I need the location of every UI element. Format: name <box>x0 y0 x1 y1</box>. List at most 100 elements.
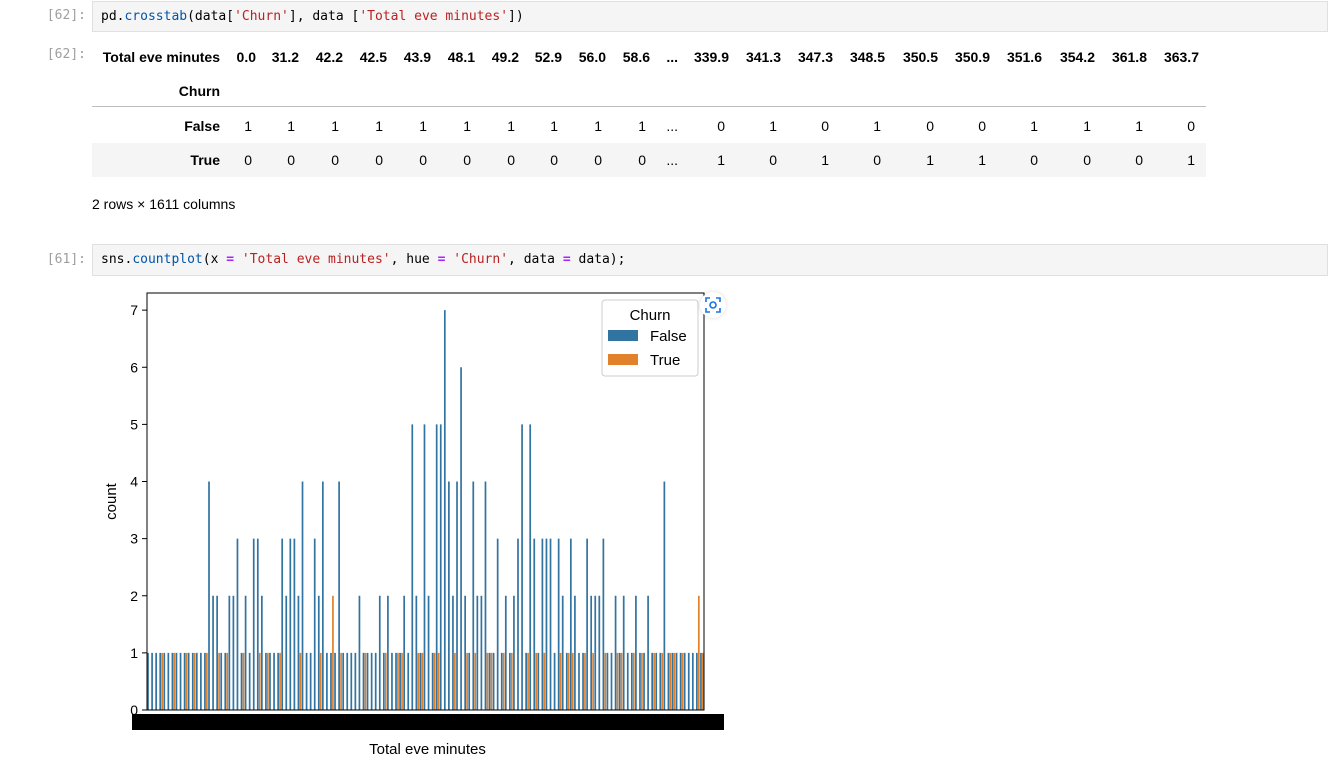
bar <box>391 652 393 710</box>
bar <box>509 652 511 710</box>
bar <box>602 538 605 710</box>
x-axis-label: Total eve minutes <box>369 741 486 758</box>
screenshot-button[interactable] <box>700 292 726 318</box>
table-cell: 0 <box>873 152 881 168</box>
bar <box>200 652 202 710</box>
bar <box>411 424 414 710</box>
bar <box>421 652 424 710</box>
table-cell: 1 <box>873 118 881 134</box>
bar <box>161 652 164 710</box>
bar <box>622 595 625 710</box>
bar <box>395 652 397 710</box>
bar <box>297 595 300 710</box>
table-cell: ... <box>666 152 678 168</box>
code-cell-crosstab[interactable]: pd.crosstab(data['Churn'], data ['Total … <box>92 1 1328 32</box>
bar <box>183 652 186 710</box>
bar <box>378 595 381 710</box>
bar <box>370 652 373 710</box>
bar <box>700 652 702 710</box>
table-cell: ... <box>666 118 678 134</box>
bar <box>195 652 198 710</box>
table-cell: 1 <box>1083 118 1091 134</box>
bar <box>521 424 523 710</box>
bar <box>569 538 572 710</box>
bar <box>334 652 336 710</box>
bar <box>513 595 515 710</box>
bar <box>191 652 194 710</box>
table-index-row: Churn <box>92 74 1206 108</box>
bar <box>330 652 332 710</box>
table-cell: 1 <box>821 152 829 168</box>
bar <box>163 652 166 710</box>
bar <box>279 652 281 710</box>
bar <box>382 652 385 710</box>
table-cell: 1 <box>1030 118 1038 134</box>
bar <box>643 652 645 710</box>
bar <box>561 595 564 710</box>
row-label: False <box>184 118 220 134</box>
bar <box>244 595 247 710</box>
column-header: 348.5 <box>849 49 885 65</box>
bar <box>256 538 259 710</box>
bar <box>681 652 684 710</box>
bar <box>626 652 629 710</box>
bar <box>466 652 468 710</box>
bar <box>683 652 686 710</box>
bar <box>285 595 288 710</box>
bar <box>387 595 389 710</box>
legend-entry: True <box>650 352 680 369</box>
bar <box>618 652 621 710</box>
bar <box>248 652 251 710</box>
bar <box>399 652 401 710</box>
y-tick-label: 5 <box>130 416 138 432</box>
table-cell: 1 <box>978 152 986 168</box>
bar <box>557 538 560 710</box>
bar <box>362 652 365 710</box>
bar <box>571 652 574 710</box>
bar <box>669 652 672 710</box>
bar <box>541 538 544 710</box>
bar <box>448 481 450 710</box>
bar <box>691 652 694 710</box>
y-tick-label: 1 <box>130 645 138 661</box>
bar <box>559 652 562 710</box>
bar <box>224 652 227 710</box>
table-cell: 0 <box>1187 118 1195 134</box>
bar <box>261 595 263 710</box>
column-header: 351.6 <box>1006 49 1042 65</box>
bar <box>594 595 597 710</box>
bar <box>696 652 698 710</box>
bar <box>319 652 322 710</box>
bar <box>620 652 623 710</box>
bar <box>472 481 475 710</box>
legend-entry: False <box>650 328 687 345</box>
bar <box>460 367 462 710</box>
table-cell: 1 <box>1135 118 1143 134</box>
table-cell: 1 <box>375 118 383 134</box>
bar <box>332 595 334 710</box>
bar <box>653 652 655 710</box>
bar <box>289 538 292 710</box>
bar <box>452 595 454 710</box>
column-header: 0.0 <box>236 49 256 65</box>
bar <box>403 595 406 710</box>
bar <box>167 652 170 710</box>
bar <box>490 652 493 710</box>
bar <box>338 481 340 710</box>
bar <box>549 538 552 710</box>
bar <box>384 652 387 710</box>
bar <box>504 595 507 710</box>
bar <box>687 652 690 710</box>
bar <box>614 595 617 710</box>
bar <box>269 652 271 710</box>
x-tick-labels-band <box>132 714 724 730</box>
camera-focus-icon <box>705 297 721 313</box>
y-tick-label: 2 <box>130 588 138 604</box>
column-header: 347.3 <box>797 49 833 65</box>
table-cell: 1 <box>331 118 339 134</box>
code-cell-countplot[interactable]: sns.countplot(x = 'Total eve minutes', h… <box>92 244 1328 276</box>
column-header: 56.0 <box>578 49 606 65</box>
bar <box>151 652 153 710</box>
bar <box>220 652 223 710</box>
table-cell: 1 <box>287 118 295 134</box>
